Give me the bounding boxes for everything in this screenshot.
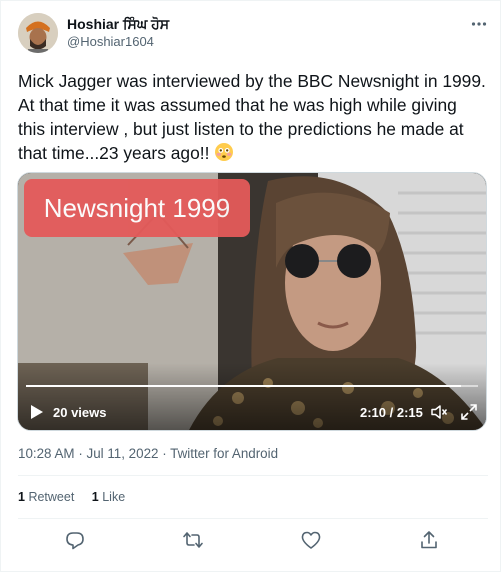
volume-icon[interactable] bbox=[430, 403, 448, 421]
retweet-icon[interactable] bbox=[182, 529, 204, 551]
expand-icon[interactable] bbox=[460, 403, 478, 421]
tweet-source[interactable]: Twitter for Android bbox=[170, 446, 278, 461]
play-icon[interactable] bbox=[30, 404, 44, 420]
like-icon[interactable] bbox=[300, 529, 322, 551]
author-name[interactable]: Hoshiar ਸਿੰਘ ਹੋਸ bbox=[67, 16, 169, 33]
meta-separator: · bbox=[162, 446, 171, 461]
tweet-date[interactable]: Jul 11, 2022 bbox=[87, 446, 159, 461]
action-bar bbox=[1, 529, 502, 551]
video-player[interactable]: Newsnight 1999 20 views 2:10 / 2:15 bbox=[17, 172, 487, 431]
tweet-text-body: Mick Jagger was interviewed by the BBC N… bbox=[18, 71, 486, 163]
divider bbox=[18, 518, 488, 519]
retweets-label: Retweet bbox=[28, 490, 75, 504]
tweet-stats: 1 Retweet 1 Like bbox=[18, 490, 139, 504]
tweet-meta: 10:28 AM · Jul 11, 2022 · Twitter for An… bbox=[18, 446, 278, 461]
reply-icon[interactable] bbox=[64, 529, 86, 551]
retweets-stat[interactable]: 1 Retweet bbox=[18, 490, 74, 504]
retweets-count: 1 bbox=[18, 490, 25, 504]
likes-label: Like bbox=[102, 490, 126, 504]
flushed-face-icon bbox=[215, 143, 234, 161]
tweet-card: Hoshiar ਸਿੰਘ ਹੋਸ @Hoshiar1604 Mick Jagge… bbox=[0, 0, 501, 572]
tweet-time[interactable]: 10:28 AM bbox=[18, 446, 75, 461]
video-progress-bar[interactable] bbox=[26, 385, 478, 387]
share-icon[interactable] bbox=[418, 529, 440, 551]
avatar[interactable] bbox=[18, 13, 58, 53]
divider bbox=[18, 475, 488, 476]
video-time: 2:10 / 2:15 bbox=[360, 405, 423, 420]
tweet-text: Mick Jagger was interviewed by the BBC N… bbox=[18, 69, 488, 165]
likes-stat[interactable]: 1 Like bbox=[92, 490, 125, 504]
meta-separator: · bbox=[78, 446, 87, 461]
more-icon[interactable] bbox=[468, 13, 490, 35]
author-handle[interactable]: @Hoshiar1604 bbox=[67, 34, 154, 49]
video-progress-fill bbox=[26, 385, 462, 387]
likes-count: 1 bbox=[91, 490, 99, 504]
view-count: 20 views bbox=[53, 405, 107, 420]
video-overlay-label: Newsnight 1999 bbox=[24, 179, 250, 237]
